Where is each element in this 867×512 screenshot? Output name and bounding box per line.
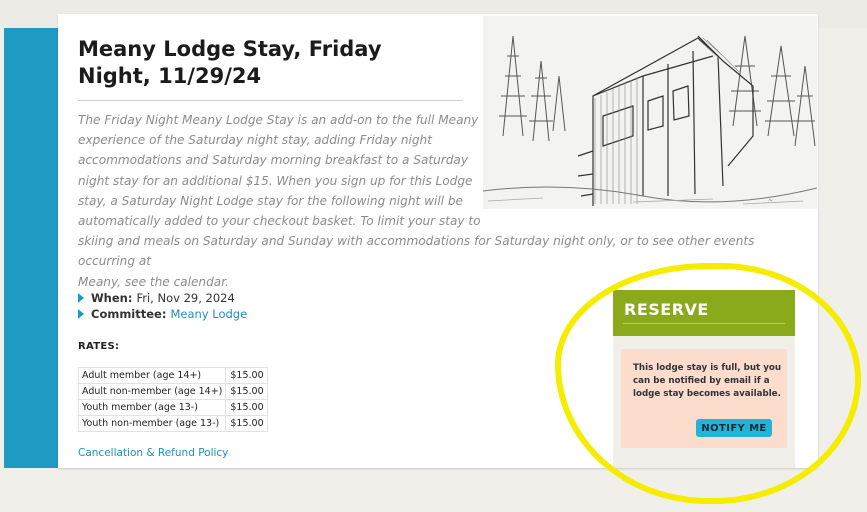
rates-table: Adult member (age 14+) $15.00 Adult non-… (77, 367, 268, 432)
event-card: Meany Lodge Stay, Friday Night, 11/29/24 (58, 14, 818, 468)
event-description: The Friday Night Meany Lodge Stay is an … (78, 110, 798, 292)
table-row: Youth member (age 13-) $15.00 (77, 399, 268, 416)
title-divider (78, 100, 463, 101)
reserve-divider (623, 323, 785, 324)
notify-me-button[interactable]: NOTIFY ME (696, 419, 772, 437)
full-notice: This lodge stay is full, but you can be … (621, 349, 787, 448)
when-value: Fri, Nov 29, 2024 (136, 291, 235, 305)
rate-label: Adult member (age 14+) (77, 367, 227, 384)
rates-heading: RATES: (78, 341, 120, 352)
table-row: Adult non-member (age 14+) $15.00 (77, 383, 268, 400)
committee-row: Committee: Meany Lodge (78, 306, 247, 322)
description-line: Meany, see the calendar. (78, 274, 229, 289)
when-row: When: Fri, Nov 29, 2024 (78, 290, 247, 306)
committee-label: Committee: (91, 307, 167, 321)
rate-price: $15.00 (225, 383, 268, 400)
table-row: Youth non-member (age 13-) $15.00 (77, 415, 268, 432)
rate-label: Adult non-member (age 14+) (77, 383, 227, 400)
when-label: When: (91, 291, 133, 305)
description-line: experience of the Saturday night stay, a… (78, 133, 432, 148)
rate-label: Youth member (age 13-) (77, 399, 227, 416)
rate-label: Youth non-member (age 13-) (77, 415, 227, 432)
full-notice-text: This lodge stay is full, but you can be … (633, 363, 782, 399)
description-line: The Friday Night Meany Lodge Stay is an … (78, 113, 479, 127)
triangle-bullet-icon (78, 293, 84, 303)
description-line: night stay for an additional $15. When y… (78, 173, 473, 188)
rate-price: $15.00 (225, 415, 268, 432)
triangle-bullet-icon (78, 309, 84, 319)
reserve-title: RESERVE (624, 300, 709, 319)
description-line: skiing and meals on Saturday and Sunday … (78, 234, 755, 269)
description-line: stay, a Saturday Night Lodge stay for th… (78, 193, 463, 208)
committee-link[interactable]: Meany Lodge (170, 306, 247, 322)
description-line: accommodations and Saturday morning brea… (78, 153, 468, 168)
reserve-panel: RESERVE This lodge stay is full, but you… (613, 290, 795, 468)
cancellation-policy-link[interactable]: Cancellation & Refund Policy (78, 447, 228, 459)
event-meta: When: Fri, Nov 29, 2024 Committee: Meany… (78, 290, 247, 322)
rate-price: $15.00 (225, 367, 268, 384)
page-title: Meany Lodge Stay, Friday Night, 11/29/24 (78, 37, 382, 88)
table-row: Adult member (age 14+) $15.00 (77, 367, 268, 384)
reserve-header: RESERVE (613, 290, 795, 336)
accent-band (4, 28, 64, 468)
description-line: automatically added to your checkout bas… (78, 214, 481, 229)
rate-price: $15.00 (225, 399, 268, 416)
